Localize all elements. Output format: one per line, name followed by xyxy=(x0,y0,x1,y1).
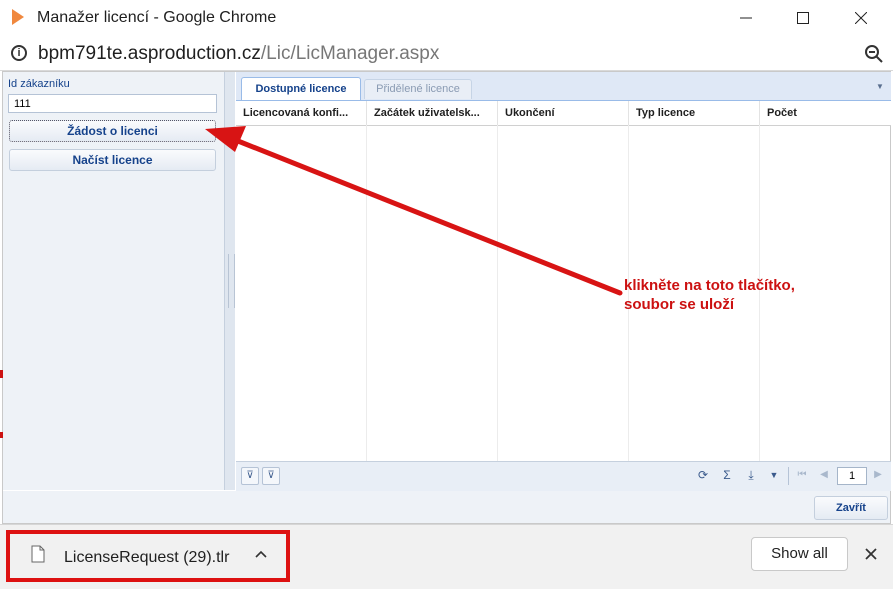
close-window-button[interactable] xyxy=(838,0,884,36)
filter-icon[interactable]: ⊽ xyxy=(241,467,259,485)
options-dropdown-icon[interactable]: ▼ xyxy=(766,467,782,483)
load-licenses-button[interactable]: Načíst licence xyxy=(9,149,216,171)
annotation-line-2: soubor se uloží xyxy=(624,296,735,313)
maximize-icon xyxy=(797,12,809,24)
export-icon[interactable]: ⤓ xyxy=(743,467,759,483)
column-header-license-type[interactable]: Typ licence xyxy=(629,101,760,125)
tab-assigned-licenses[interactable]: Přidělené licence xyxy=(364,79,472,99)
column-divider xyxy=(366,125,367,461)
url-host: bpm791te.asproduction.cz xyxy=(38,43,261,64)
show-all-button[interactable]: Show all xyxy=(751,537,848,571)
tab-menu-icon[interactable]: ▼ xyxy=(876,82,884,91)
url-path: /Lic/LicManager.aspx xyxy=(260,43,440,64)
close-icon xyxy=(855,12,867,24)
customer-id-input[interactable]: 111 xyxy=(8,94,217,113)
toolbar-separator xyxy=(788,467,789,485)
refresh-icon[interactable]: ⟳ xyxy=(695,467,711,483)
download-file-name[interactable]: LicenseRequest (29).tlr xyxy=(64,549,229,567)
annotation-text: klikněte na toto tlačítko, soubor se ulo… xyxy=(624,276,795,314)
previous-page-icon[interactable]: ◀ xyxy=(816,467,832,483)
zoom-out-icon[interactable] xyxy=(864,44,884,64)
minimize-icon xyxy=(740,17,752,19)
file-icon xyxy=(31,545,45,563)
close-dialog-button[interactable]: Zavřít xyxy=(814,496,888,520)
dialog-footer xyxy=(3,491,890,523)
chevron-up-icon[interactable] xyxy=(253,546,269,562)
sum-icon[interactable]: Σ xyxy=(719,467,735,483)
edge-mark xyxy=(0,432,3,438)
site-info-icon[interactable]: i xyxy=(11,45,27,61)
url-text[interactable]: bpm791te.asproduction.cz/Lic/LicManager.… xyxy=(38,43,439,65)
license-request-button[interactable]: Žádost o licenci xyxy=(9,120,216,142)
maximize-button[interactable] xyxy=(780,0,826,36)
customer-id-label: Id zákazníku xyxy=(8,78,70,90)
splitter-handle[interactable] xyxy=(228,254,235,308)
column-header-user-start[interactable]: Začátek uživatelsk... xyxy=(367,101,498,125)
column-divider xyxy=(497,125,498,461)
column-header-licensed-config[interactable]: Licencovaná konfi... xyxy=(236,101,367,125)
minimize-button[interactable] xyxy=(723,0,769,36)
grid-toolbar xyxy=(236,461,891,491)
column-header-end[interactable]: Ukončení xyxy=(498,101,629,125)
clear-filter-icon[interactable]: ⊽ xyxy=(262,467,280,485)
column-header-count[interactable]: Počet xyxy=(760,101,891,125)
first-page-icon[interactable]: ⏮ xyxy=(794,467,810,483)
chrome-app-icon xyxy=(12,9,24,25)
edge-mark xyxy=(0,370,3,378)
annotation-line-1: klikněte na toto tlačítko, xyxy=(624,277,795,294)
window-title: Manažer licencí - Google Chrome xyxy=(37,9,277,26)
close-download-bar-icon[interactable] xyxy=(861,544,881,564)
next-page-icon[interactable]: ▶ xyxy=(870,467,886,483)
page-number-input[interactable]: 1 xyxy=(837,467,867,485)
tab-available-licenses[interactable]: Dostupné licence xyxy=(241,77,361,100)
